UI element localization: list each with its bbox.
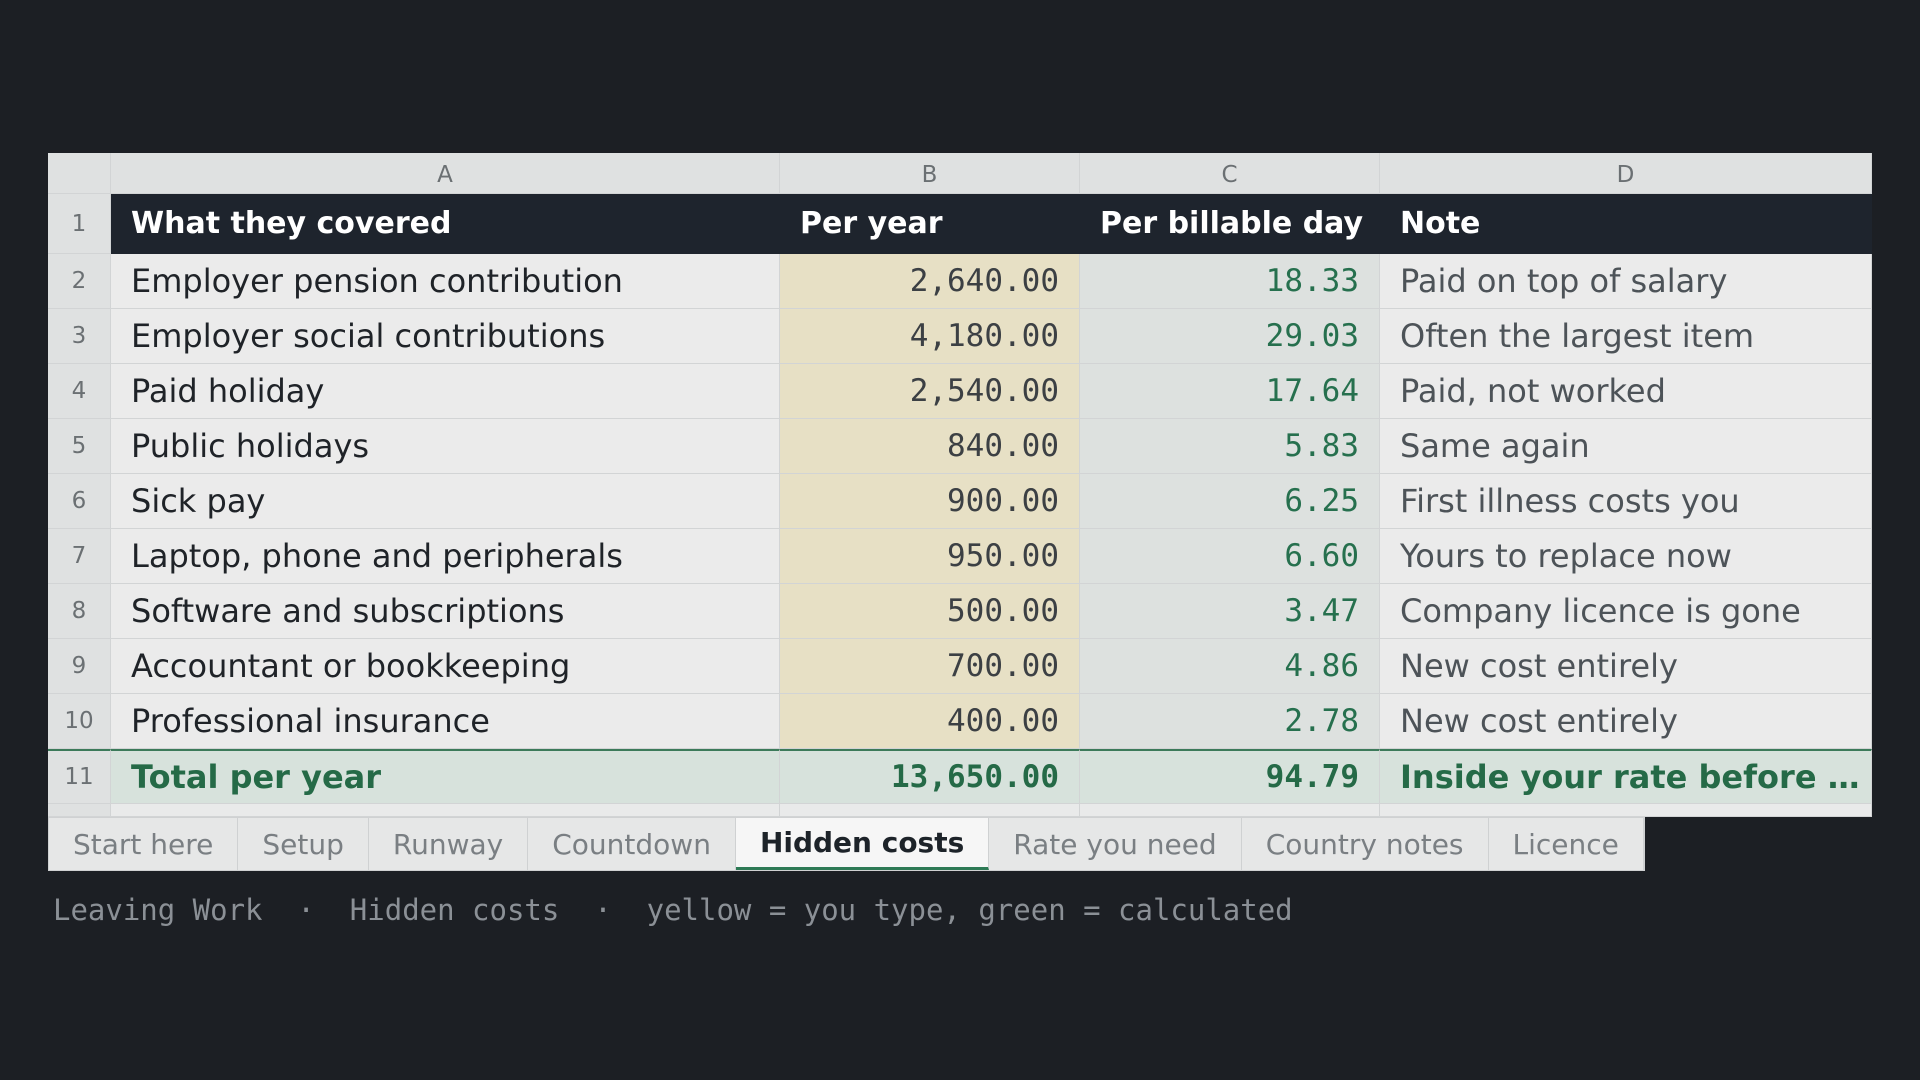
column-header-b[interactable]: B <box>780 153 1080 194</box>
cell-note[interactable]: New cost entirely <box>1380 639 1872 694</box>
cell-note[interactable]: Paid on top of salary <box>1380 254 1872 309</box>
cell-note[interactable]: Yours to replace now <box>1380 529 1872 584</box>
header-cell-note[interactable]: Note <box>1380 194 1872 254</box>
row-header[interactable]: 7 <box>48 529 111 584</box>
tab-countdown[interactable]: Countdown <box>528 818 736 870</box>
cell-per-year-input[interactable]: 400.00 <box>780 694 1080 749</box>
header-cell-per-year[interactable]: Per year <box>780 194 1080 254</box>
cell-per-day-calculated[interactable]: 17.64 <box>1080 364 1380 419</box>
total-per-day-cell[interactable]: 94.79 <box>1080 749 1380 804</box>
cell-note[interactable]: First illness costs you <box>1380 474 1872 529</box>
sheet-grid: A B C D 1 What they covered Per year Per… <box>48 153 1872 817</box>
cell-per-year-input[interactable]: 900.00 <box>780 474 1080 529</box>
cell-per-year-input[interactable]: 500.00 <box>780 584 1080 639</box>
row-header[interactable]: 1 <box>48 194 111 254</box>
cell-per-year-input[interactable]: 840.00 <box>780 419 1080 474</box>
cell-note[interactable]: Often the largest item <box>1380 309 1872 364</box>
cell-per-year-input[interactable]: 4,180.00 <box>780 309 1080 364</box>
row-header[interactable]: 9 <box>48 639 111 694</box>
total-per-year-cell[interactable]: 13,650.00 <box>780 749 1080 804</box>
row-header[interactable]: 5 <box>48 419 111 474</box>
cell-per-day-calculated[interactable]: 29.03 <box>1080 309 1380 364</box>
cell-note[interactable]: New cost entirely <box>1380 694 1872 749</box>
row-header[interactable] <box>48 804 111 817</box>
cell-item-name[interactable]: Accountant or bookkeeping <box>111 639 780 694</box>
select-all-corner[interactable] <box>48 153 111 194</box>
column-header-d[interactable]: D <box>1380 153 1872 194</box>
cell-per-day-calculated[interactable]: 4.86 <box>1080 639 1380 694</box>
cell-per-day-calculated[interactable]: 6.60 <box>1080 529 1380 584</box>
empty-cell[interactable] <box>1080 804 1380 817</box>
empty-cell[interactable] <box>111 804 780 817</box>
total-note-text: Inside your rate before yo... <box>1400 757 1871 796</box>
cell-per-year-input[interactable]: 950.00 <box>780 529 1080 584</box>
cell-item-name[interactable]: Laptop, phone and peripherals <box>111 529 780 584</box>
cell-note[interactable]: Paid, not worked <box>1380 364 1872 419</box>
cell-per-year-input[interactable]: 2,640.00 <box>780 254 1080 309</box>
cell-per-day-calculated[interactable]: 5.83 <box>1080 419 1380 474</box>
cell-per-year-input[interactable]: 700.00 <box>780 639 1080 694</box>
row-header[interactable]: 6 <box>48 474 111 529</box>
row-header[interactable]: 3 <box>48 309 111 364</box>
empty-cell[interactable] <box>1380 804 1872 817</box>
footer-caption: Leaving Work · Hidden costs · yellow = y… <box>53 893 1293 927</box>
empty-cell[interactable] <box>780 804 1080 817</box>
cell-per-day-calculated[interactable]: 18.33 <box>1080 254 1380 309</box>
row-header[interactable]: 2 <box>48 254 111 309</box>
cell-note[interactable]: Company licence is gone <box>1380 584 1872 639</box>
cell-per-day-calculated[interactable]: 3.47 <box>1080 584 1380 639</box>
column-header-a[interactable]: A <box>111 153 780 194</box>
cell-note[interactable]: Same again <box>1380 419 1872 474</box>
cell-item-name[interactable]: Employer pension contribution <box>111 254 780 309</box>
row-header[interactable]: 10 <box>48 694 111 749</box>
header-cell-per-day[interactable]: Per billable day <box>1080 194 1380 254</box>
cell-per-day-calculated[interactable]: 6.25 <box>1080 474 1380 529</box>
cell-item-name[interactable]: Professional insurance <box>111 694 780 749</box>
total-label-cell[interactable]: Total per year <box>111 749 780 804</box>
tab-start-here[interactable]: Start here <box>49 818 239 870</box>
spreadsheet: A B C D 1 What they covered Per year Per… <box>48 153 1872 817</box>
row-header[interactable]: 4 <box>48 364 111 419</box>
cell-item-name[interactable]: Public holidays <box>111 419 780 474</box>
row-header[interactable]: 8 <box>48 584 111 639</box>
column-header-c[interactable]: C <box>1080 153 1380 194</box>
tab-licence[interactable]: Licence <box>1489 818 1644 870</box>
tab-rate-you-need[interactable]: Rate you need <box>989 818 1242 870</box>
cell-item-name[interactable]: Software and subscriptions <box>111 584 780 639</box>
total-note-cell[interactable]: Inside your rate before yo... <box>1380 749 1872 804</box>
tab-runway[interactable]: Runway <box>369 818 529 870</box>
tab-setup[interactable]: Setup <box>238 818 369 870</box>
cell-item-name[interactable]: Employer social contributions <box>111 309 780 364</box>
cell-item-name[interactable]: Sick pay <box>111 474 780 529</box>
cell-item-name[interactable]: Paid holiday <box>111 364 780 419</box>
header-cell-what-covered[interactable]: What they covered <box>111 194 780 254</box>
cell-per-year-input[interactable]: 2,540.00 <box>780 364 1080 419</box>
sheet-tabs: Start here Setup Runway Countdown Hidden cos… <box>48 817 1645 871</box>
cell-per-day-calculated[interactable]: 2.78 <box>1080 694 1380 749</box>
tab-country-notes[interactable]: Country notes <box>1242 818 1489 870</box>
row-header[interactable]: 11 <box>48 749 111 804</box>
tab-hidden-costs[interactable]: Hidden costs <box>735 818 990 870</box>
